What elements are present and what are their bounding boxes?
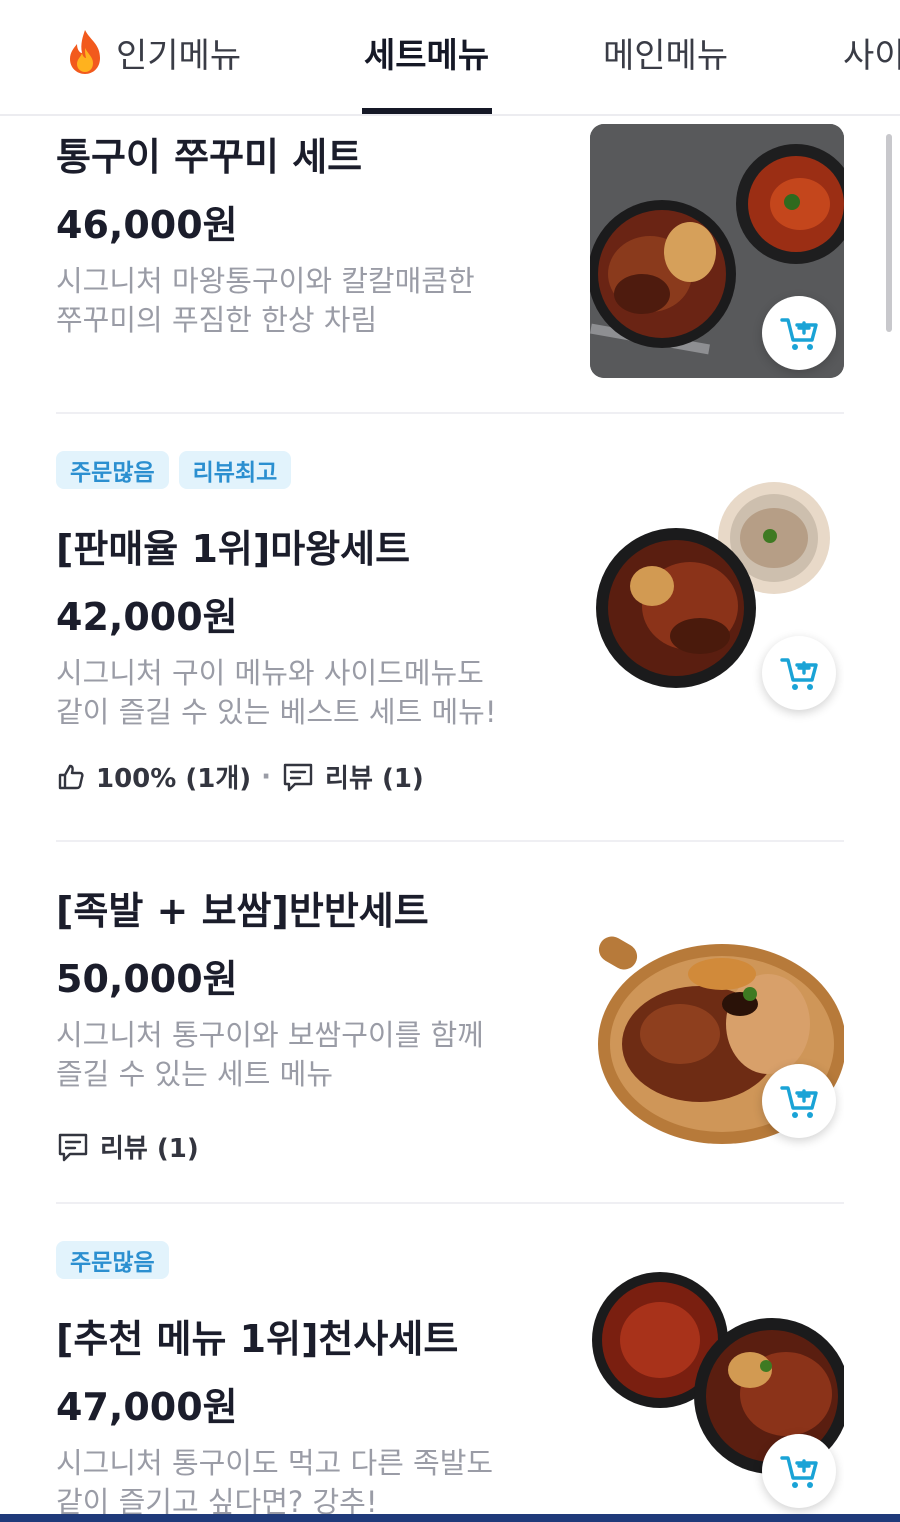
tab-label: 메인메뉴 — [603, 35, 729, 76]
item-stats: 리뷰 (1) — [56, 1128, 199, 1165]
review-comment-icon — [283, 763, 313, 791]
item-description: 시그니처 구이 메뉴와 사이드메뉴도 같이 즐길 수 있는 베스트 세트 메뉴! — [56, 656, 497, 729]
scrollbar[interactable] — [886, 134, 892, 332]
item-price: 46,000원 — [56, 203, 238, 247]
tab-set-menu[interactable]: 세트메뉴 — [364, 28, 489, 76]
add-to-cart-button[interactable] — [762, 1434, 836, 1508]
item-stats: 100% (1개) · 리뷰 (1) — [56, 758, 424, 795]
item-description: 시그니처 통구이와 보쌈구이를 함께 즐길 수 있는 세트 메뉴 — [56, 1018, 484, 1091]
item-image[interactable] — [590, 124, 844, 378]
item-price: 42,000원 — [56, 595, 238, 639]
fire-icon — [70, 30, 100, 74]
badge-row: 주문많음 — [56, 1241, 169, 1279]
category-tab-bar: 인기메뉴 세트메뉴 메인메뉴 사이 — [0, 0, 900, 116]
review-comment-icon — [58, 1133, 88, 1161]
item-name: [판매율 1위]마왕세트 — [56, 527, 411, 571]
cart-add-icon — [780, 1086, 818, 1118]
item-image[interactable] — [590, 904, 844, 1158]
item-name: [추천 메뉴 1위]천사세트 — [56, 1317, 459, 1361]
item-description: 시그니처 마왕통구이와 칼칼매콤한 쭈꾸미의 푸짐한 한상 차림 — [56, 264, 475, 337]
badge-row: 주문많음 리뷰최고 — [56, 451, 292, 489]
tab-side-menu[interactable]: 사이 — [843, 28, 900, 76]
review-count[interactable]: 리뷰 (1) — [100, 1128, 199, 1165]
item-image[interactable] — [590, 476, 844, 730]
item-name: 통구이 쭈꾸미 세트 — [56, 135, 363, 179]
item-price: 47,000원 — [56, 1385, 238, 1429]
cart-add-icon — [780, 1456, 818, 1488]
tab-label: 세트메뉴 — [364, 35, 490, 76]
tab-label: 사이 — [843, 35, 900, 76]
item-description: 시그니처 통구이도 먹고 다른 족발도 같이 즐기고 싶다면? 강추! — [56, 1446, 494, 1514]
review-count[interactable]: 리뷰 (1) — [325, 758, 424, 795]
like-percentage: 100% (1개) — [96, 764, 252, 794]
meta-separator: · — [261, 761, 272, 792]
active-tab-indicator — [362, 108, 492, 114]
add-to-cart-button[interactable] — [762, 636, 836, 710]
menu-list[interactable]: 통구이 쭈꾸미 세트 46,000원 시그니처 마왕통구이와 칼칼매콤한 쭈꾸미… — [0, 116, 900, 1514]
tab-popular[interactable]: 인기메뉴 — [64, 28, 241, 76]
add-to-cart-button[interactable] — [762, 1064, 836, 1138]
add-to-cart-button[interactable] — [762, 296, 836, 370]
item-name: [족발 + 보쌈]반반세트 — [56, 889, 429, 933]
badge-best-review: 리뷰최고 — [178, 451, 292, 489]
item-divider — [56, 412, 844, 414]
badge-popular-order: 주문많음 — [56, 451, 169, 489]
tab-main-menu[interactable]: 메인메뉴 — [603, 28, 728, 76]
bottom-bar — [0, 1514, 900, 1522]
item-divider — [56, 840, 844, 842]
item-price: 50,000원 — [56, 957, 238, 1001]
cart-add-icon — [780, 318, 818, 350]
item-divider — [56, 1202, 844, 1204]
cart-add-icon — [780, 658, 818, 690]
thumbs-up-icon — [58, 764, 84, 789]
tab-label: 인기메뉴 — [116, 35, 242, 76]
item-image[interactable] — [590, 1270, 844, 1514]
badge-popular-order: 주문많음 — [56, 1241, 169, 1279]
